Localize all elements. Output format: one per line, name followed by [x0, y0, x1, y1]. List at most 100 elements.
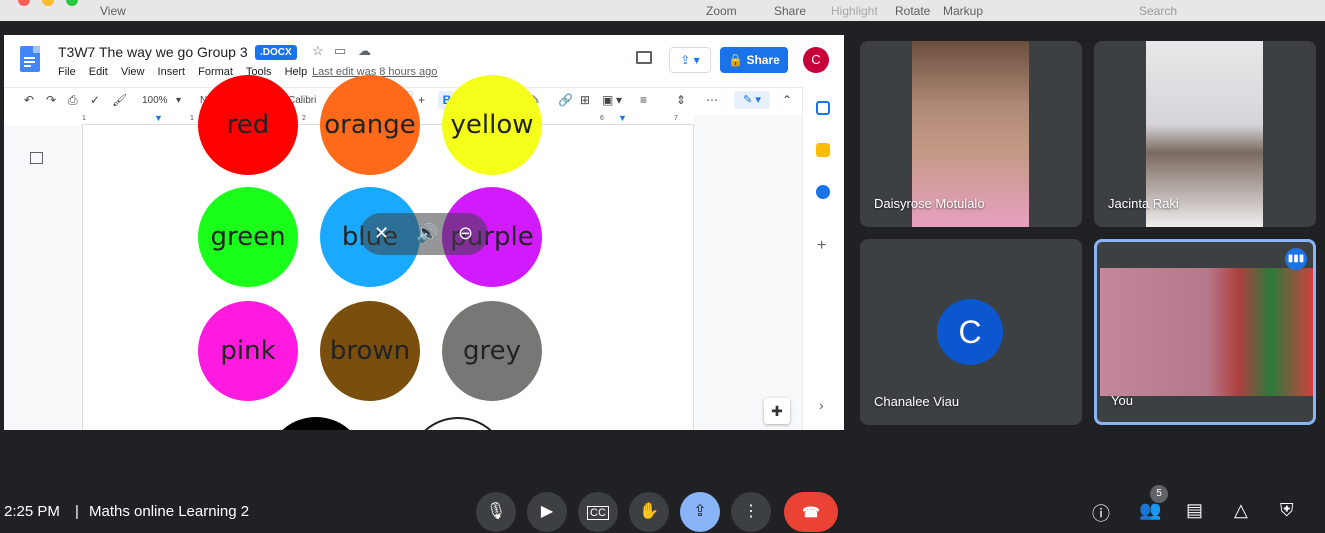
- share-button[interactable]: 🔒 Share: [720, 47, 788, 73]
- circle-label: yellow: [450, 110, 534, 140]
- cloud-status-icon[interactable]: ☁: [358, 43, 371, 59]
- zoom-window-icon[interactable]: [66, 0, 78, 6]
- ruler-tick: 2: [302, 115, 306, 122]
- participant-video: [1100, 268, 1313, 396]
- present-button[interactable]: ⇪ ▾: [669, 47, 711, 73]
- image-dropdown-icon[interactable]: ▾: [616, 93, 622, 107]
- format-badge: .DOCX: [255, 45, 297, 60]
- present-now-button[interactable]: ⇪: [680, 492, 720, 532]
- activities-icon[interactable]: △: [1234, 500, 1248, 521]
- comment-history-icon[interactable]: [636, 51, 652, 64]
- more-options-icon[interactable]: ⋯: [706, 93, 718, 107]
- spellcheck-icon[interactable]: ✓: [90, 93, 100, 107]
- remove-icon[interactable]: ⊖: [458, 223, 473, 244]
- color-circle-green: green: [198, 187, 298, 287]
- star-icon[interactable]: ☆: [312, 43, 324, 59]
- undo-icon[interactable]: ↶: [24, 93, 34, 107]
- share-button-label: Share: [746, 53, 780, 67]
- participant-tile-jacinta[interactable]: Jacinta Raki: [1094, 41, 1316, 227]
- color-circle-brown: brown: [320, 301, 420, 401]
- raise-hand-button[interactable]: ✋: [629, 492, 669, 532]
- speaking-indicator-icon: ▮▮▮: [1285, 248, 1307, 270]
- color-circle-orange: orange: [320, 75, 420, 175]
- ruler-tick: 1: [190, 115, 194, 122]
- people-icon[interactable]: 👥: [1139, 500, 1161, 521]
- expand-panel-icon[interactable]: ›: [819, 397, 824, 413]
- participant-tile-you[interactable]: ▮▮▮ You: [1094, 239, 1316, 425]
- participant-tile-daisyrose[interactable]: Daisyrose Motulalo: [860, 41, 1082, 227]
- document-title[interactable]: T3W7 The way we go Group 3: [58, 44, 248, 60]
- insert-image-icon[interactable]: ▣: [602, 93, 613, 107]
- circle-label: green: [210, 222, 286, 252]
- docs-logo-icon[interactable]: [20, 46, 40, 72]
- right-gutter: [694, 115, 802, 430]
- circle-label: pink: [220, 336, 276, 366]
- add-ons-icon[interactable]: +: [817, 237, 826, 255]
- microphone-button[interactable]: 🎙: [476, 492, 516, 532]
- more-options-button[interactable]: ⋮: [731, 492, 771, 532]
- circle-label: grey: [462, 336, 521, 366]
- print-icon[interactable]: ⎙: [68, 93, 78, 108]
- participant-name: Daisyrose Motulalo: [874, 196, 985, 211]
- zoom-select[interactable]: 100%: [142, 95, 168, 106]
- chat-icon[interactable]: ▤: [1186, 500, 1203, 521]
- add-comment-icon[interactable]: ⊞: [580, 93, 590, 107]
- menu-view[interactable]: View: [121, 66, 145, 78]
- meeting-name: Maths online Learning 2: [89, 503, 250, 520]
- camera-button[interactable]: ▶: [527, 492, 567, 532]
- tasks-icon[interactable]: [816, 185, 830, 199]
- move-folder-icon[interactable]: ▭: [334, 43, 346, 59]
- zoom-dropdown-icon[interactable]: ▾: [176, 95, 181, 106]
- shared-document: T3W7 The way we go Group 3 .DOCX ☆ ▭ ☁ F…: [4, 35, 844, 430]
- editing-mode-button[interactable]: ✎ ▾: [734, 91, 770, 109]
- leave-call-button[interactable]: ☎: [784, 492, 838, 532]
- mac-menu-share[interactable]: Share: [774, 4, 806, 18]
- ruler-tick: 6: [600, 115, 604, 122]
- participant-avatar: C: [937, 299, 1003, 365]
- host-controls-icon[interactable]: ⛨: [1280, 500, 1294, 521]
- paint-format-icon[interactable]: 🖌: [112, 93, 127, 107]
- mac-menu-view[interactable]: View: [100, 4, 126, 18]
- mac-toolbar: View Zoom Share Highlight Rotate Markup …: [0, 0, 1325, 21]
- align-icon[interactable]: ≡: [640, 93, 647, 107]
- insert-link-icon[interactable]: 🔗: [558, 93, 573, 107]
- mac-search-field[interactable]: Search: [1139, 4, 1177, 18]
- volume-icon[interactable]: 🔊: [416, 223, 438, 244]
- participant-name: Jacinta Raki: [1108, 196, 1179, 211]
- keep-icon[interactable]: [816, 143, 830, 157]
- doc-side-panel: + ›: [802, 87, 844, 430]
- menu-edit[interactable]: Edit: [89, 66, 108, 78]
- raise-hand-icon: ✋: [639, 503, 659, 520]
- mac-menu-rotate[interactable]: Rotate: [895, 4, 930, 18]
- circle-label: orange: [324, 110, 416, 140]
- menu-insert[interactable]: Insert: [158, 66, 186, 78]
- camera-icon: ▶: [540, 503, 554, 520]
- participant-tile-chanalee[interactable]: C Chanalee Viau: [860, 239, 1082, 425]
- meeting-details-icon[interactable]: ⓘ: [1092, 500, 1110, 526]
- redo-icon[interactable]: ↷: [46, 93, 56, 107]
- minimize-window-icon[interactable]: [42, 0, 54, 6]
- participant-name: Chanalee Viau: [874, 394, 960, 409]
- captions-button[interactable]: CC: [578, 492, 618, 532]
- explore-icon[interactable]: ✚: [764, 398, 790, 424]
- calendar-icon[interactable]: [816, 101, 830, 115]
- left-gutter: [4, 125, 82, 430]
- unpin-icon[interactable]: ✕: [374, 223, 389, 244]
- document-outline-icon[interactable]: [30, 152, 43, 164]
- line-spacing-icon[interactable]: ⇕: [676, 93, 686, 107]
- mac-menu-highlight[interactable]: Highlight: [831, 4, 878, 18]
- captions-icon: CC: [587, 506, 609, 520]
- color-circle-pink: pink: [198, 301, 298, 401]
- right-indent-marker-icon[interactable]: ▼: [618, 113, 627, 123]
- account-avatar[interactable]: C: [803, 47, 829, 73]
- mac-menu-markup[interactable]: Markup: [943, 4, 983, 18]
- clock-time: 2:25 PM: [4, 503, 60, 520]
- left-indent-marker-icon[interactable]: ▼: [154, 113, 163, 123]
- participant-name: You: [1111, 393, 1133, 408]
- menu-file[interactable]: File: [58, 66, 76, 78]
- ruler-tick: 1: [82, 115, 86, 122]
- hide-menus-icon[interactable]: ⌃: [782, 93, 792, 107]
- close-window-icon[interactable]: [18, 0, 30, 6]
- presentation-audio-controls: ✕ 🔊 ⊖: [360, 213, 488, 255]
- mac-menu-zoom[interactable]: Zoom: [706, 4, 737, 18]
